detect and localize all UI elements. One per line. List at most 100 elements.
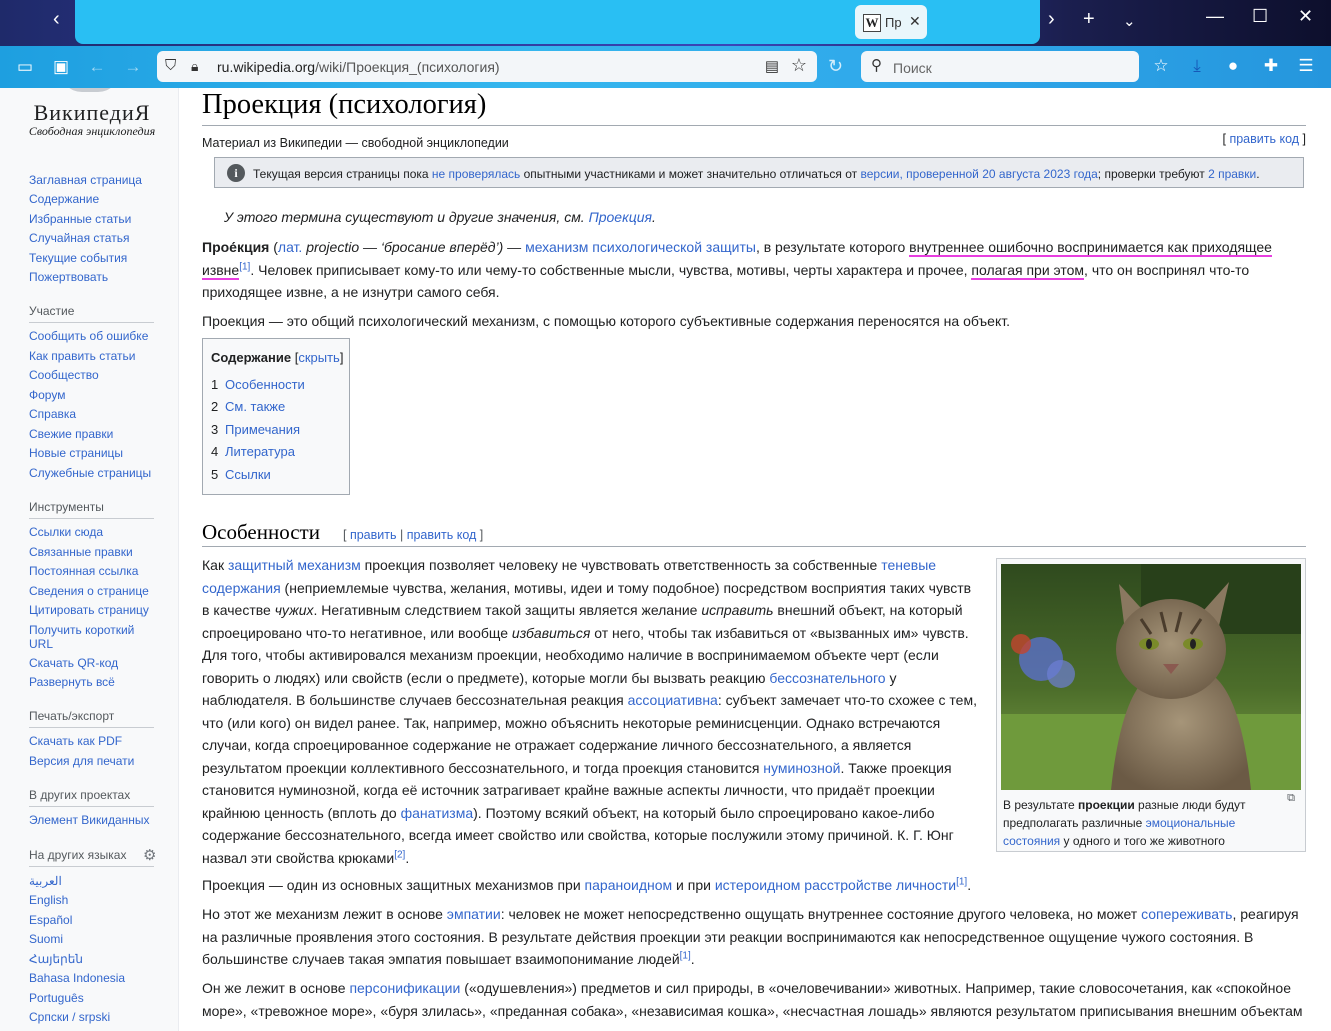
sidebar-item-donate[interactable]: Пожертвовать: [29, 270, 169, 284]
link-defense-mechanism[interactable]: защитный механизм: [228, 557, 361, 573]
sidebar-item-how-to-edit[interactable]: Как править статьи: [29, 349, 169, 363]
sidebar-item-report-error[interactable]: Сообщить об ошибке: [29, 329, 169, 343]
notice-link-unreviewed[interactable]: не проверялась: [432, 167, 520, 181]
forward-icon[interactable]: →: [122, 56, 144, 78]
sidebar-item-featured[interactable]: Избранные статьи: [29, 212, 169, 226]
url-text[interactable]: ru.wikipedia.org/wiki/Проекция_(психолог…: [217, 59, 500, 75]
lock-icon[interactable]: 🔒︎: [191, 58, 198, 75]
toc-item[interactable]: 1 Особенности: [211, 377, 305, 392]
sidebar-item-printable[interactable]: Версия для печати: [29, 754, 169, 768]
sidebar-item-permanent-link[interactable]: Постоянная ссылка: [29, 564, 169, 578]
sidebar-item-short-url[interactable]: Получить короткий URL: [29, 623, 149, 651]
wikipedia-globe-logo-icon[interactable]: [60, 88, 120, 92]
lang-link[interactable]: Српски / srpski: [29, 1010, 169, 1024]
tab-close-icon[interactable]: ✕: [909, 13, 921, 30]
sidebar-item-cite[interactable]: Цитировать страницу: [29, 603, 169, 617]
address-bar[interactable]: ⛉ 🔒︎ ru.wikipedia.org/wiki/Проекция_(пси…: [157, 51, 817, 82]
link-histrionic[interactable]: истероидном расстройстве личности: [715, 877, 956, 893]
sidebar-item-expand-all[interactable]: Развернуть всё: [29, 675, 169, 689]
section-edit-button[interactable]: править: [350, 528, 397, 542]
sidebar-item-qr-code[interactable]: Скачать QR-код: [29, 656, 169, 670]
lang-link[interactable]: العربية: [29, 874, 169, 888]
lang-link[interactable]: Suomi: [29, 932, 169, 946]
sidebar-item-community[interactable]: Сообщество: [29, 368, 169, 382]
sidebar-item-page-info[interactable]: Сведения о странице: [29, 584, 169, 598]
bookmark-star-icon[interactable]: ☆: [791, 55, 807, 76]
link-personification[interactable]: персонификации: [349, 980, 460, 996]
sidebar-item-download-pdf[interactable]: Скачать как PDF: [29, 734, 169, 748]
sidebar-item-contents[interactable]: Содержание: [29, 192, 169, 206]
sidebar-item-recent-changes[interactable]: Свежие правки: [29, 427, 169, 441]
tab-list-icon[interactable]: ⌄: [1123, 12, 1136, 30]
reload-icon[interactable]: ↻: [828, 56, 843, 77]
collections-icon[interactable]: ▣: [50, 56, 72, 78]
language-settings-gear-icon[interactable]: ⚙: [143, 846, 156, 864]
sidebar-toggle-icon[interactable]: ▭: [14, 56, 36, 78]
menu-icon[interactable]: ☰: [1295, 56, 1317, 76]
sidebar-item-random[interactable]: Случайная статья: [29, 231, 169, 245]
search-icon: ⚲: [871, 57, 882, 74]
lang-link[interactable]: Bahasa Indonesia: [29, 971, 169, 985]
favorites-icon[interactable]: ☆: [1150, 56, 1172, 76]
link-associative[interactable]: ассоциативна: [628, 692, 718, 708]
edit-code-button[interactable]: править код: [1229, 132, 1299, 146]
lang-link[interactable]: Հայերեն: [29, 952, 169, 966]
link-unconscious[interactable]: бессознательного: [769, 670, 885, 686]
link-paranoid[interactable]: параноидном: [585, 877, 673, 893]
extensions-icon[interactable]: ✚: [1260, 56, 1282, 76]
sidebar-item-what-links-here[interactable]: Ссылки сюда: [29, 525, 169, 539]
reader-view-icon[interactable]: ▤: [765, 57, 779, 75]
link-empathy[interactable]: эмпатии: [447, 906, 501, 922]
sidebar-item-forum[interactable]: Форум: [29, 388, 169, 402]
profile-avatar-icon[interactable]: ●: [1222, 56, 1244, 76]
page-title: Проекция (психология): [202, 89, 487, 120]
tab-scroll-left-icon[interactable]: ‹: [53, 8, 60, 31]
notice-link-pending-edits[interactable]: 2 правки: [1208, 167, 1256, 181]
new-tab-icon[interactable]: +: [1083, 8, 1095, 31]
hatnote-link[interactable]: Проекция: [589, 209, 652, 225]
sidebar-heading-projects: В других проектах: [29, 788, 154, 807]
section-edit-links: [ править | править код ]: [343, 528, 484, 542]
sidebar-item-new-pages[interactable]: Новые страницы: [29, 446, 169, 460]
ref-2[interactable]: [2]: [394, 849, 405, 860]
link-fanaticism[interactable]: фанатизма: [401, 805, 474, 821]
sidebar-item-main-page[interactable]: Заглавная страница: [29, 173, 169, 187]
section-edit-code-button[interactable]: править код: [407, 528, 477, 542]
shield-icon[interactable]: ⛉: [165, 57, 176, 74]
image-caption: В результате проекции разные люди будут …: [1003, 798, 1246, 848]
sidebar-item-related-changes[interactable]: Связанные правки: [29, 545, 169, 559]
active-tab[interactable]: W Пр ✕: [855, 5, 927, 39]
wikipedia-logo[interactable]: ВикипедиЯ Свободная энциклопедия: [22, 100, 162, 139]
tab-scroll-right-icon[interactable]: ›: [1048, 8, 1055, 31]
toc-item[interactable]: 2 См. также: [211, 399, 285, 414]
download-icon[interactable]: ⤓: [1186, 56, 1208, 76]
title-divider: [202, 125, 1306, 126]
maximize-icon[interactable]: ☐: [1252, 6, 1268, 27]
section-paragraph-3: Но этот же механизм лежит в основе эмпат…: [202, 906, 1299, 967]
sidebar-item-special-pages[interactable]: Служебные страницы: [29, 466, 169, 480]
toc-item[interactable]: 4 Литература: [211, 444, 295, 459]
back-icon[interactable]: ←: [86, 56, 108, 78]
link-numinous[interactable]: нуминозной: [763, 760, 840, 776]
ref-1[interactable]: [1]: [239, 261, 250, 272]
lang-link[interactable]: Español: [29, 913, 169, 927]
notice-link-stable-version[interactable]: версии, проверенной 20 августа 2023 года: [860, 167, 1097, 181]
browser-tab-bar: ‹ W Пр ✕ › + ⌄ — ☐ ✕: [0, 0, 1331, 46]
ref-1[interactable]: [1]: [680, 950, 691, 961]
link-compassion[interactable]: сопереживать: [1141, 906, 1232, 922]
defense-mechanism-link[interactable]: механизм психологической защиты: [525, 239, 756, 255]
ref-1[interactable]: [1]: [956, 876, 967, 887]
sidebar-item-wikidata[interactable]: Элемент Викиданных: [29, 813, 169, 827]
toc-hide-button[interactable]: скрыть: [298, 350, 340, 365]
toc-item[interactable]: 5 Ссылки: [211, 467, 271, 482]
search-box[interactable]: ⚲ Поиск: [861, 51, 1139, 82]
close-window-icon[interactable]: ✕: [1298, 6, 1313, 27]
sidebar-item-current-events[interactable]: Текущие события: [29, 251, 169, 265]
lang-link[interactable]: Português: [29, 991, 169, 1005]
sidebar-item-help[interactable]: Справка: [29, 407, 169, 421]
lang-link[interactable]: English: [29, 893, 169, 907]
cat-photo[interactable]: [1001, 564, 1301, 790]
toc-item[interactable]: 3 Примечания: [211, 422, 300, 437]
minimize-icon[interactable]: —: [1206, 6, 1224, 27]
lat-abbrev-link[interactable]: лат.: [278, 239, 302, 255]
